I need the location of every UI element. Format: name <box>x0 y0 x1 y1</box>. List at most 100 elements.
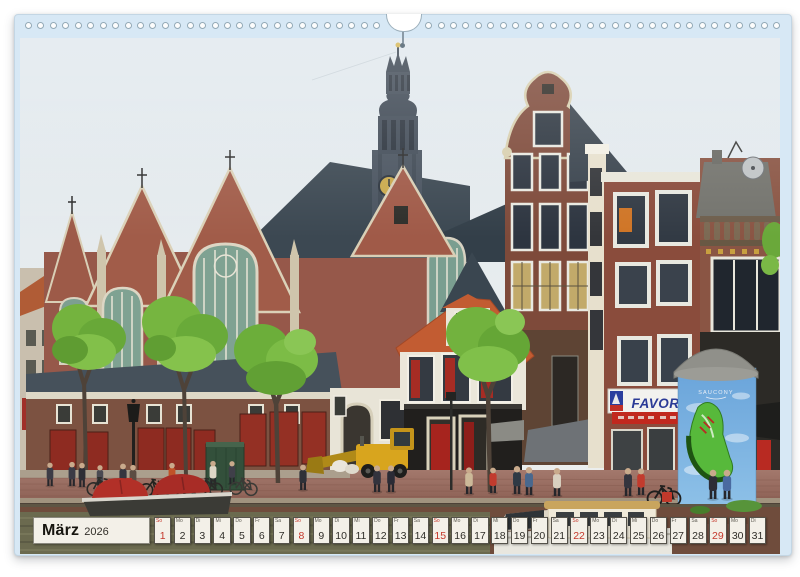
day-cell: Di3 <box>194 517 211 544</box>
binding-hole <box>50 22 57 29</box>
binding-hole <box>487 22 494 29</box>
weekday-abbr: So <box>156 519 162 524</box>
binding-hole <box>462 22 469 29</box>
binding-hole <box>500 22 507 29</box>
binding-hole <box>587 22 594 29</box>
weekday-abbr: Di <box>334 519 339 524</box>
binding-hole <box>373 22 380 29</box>
binding-hole <box>224 22 231 29</box>
day-number: 27 <box>671 531 686 542</box>
day-cell: Fr13 <box>392 517 409 544</box>
binding-hole <box>361 22 368 29</box>
binding-hole <box>274 22 281 29</box>
weekday-abbr: Mo <box>592 519 599 524</box>
binding-hole <box>212 22 219 29</box>
day-cell: Do 26 <box>650 517 667 544</box>
day-number: 15 <box>433 531 448 542</box>
weekday-abbr: Sa <box>691 519 697 524</box>
binding-hole <box>137 22 144 29</box>
day-number: 10 <box>333 531 348 542</box>
weekday-abbr: Fr <box>533 519 538 524</box>
binding-hole <box>261 22 268 29</box>
binding-hole <box>736 22 743 29</box>
day-number: 17 <box>472 531 487 542</box>
weekday-abbr: Mo <box>453 519 460 524</box>
day-cell: Mi25 <box>630 517 647 544</box>
binding-hole <box>149 22 156 29</box>
day-cell: Sa14 <box>412 517 429 544</box>
binding-hole <box>162 22 169 29</box>
day-cell: Do12 <box>372 517 389 544</box>
binding-hole <box>612 22 619 29</box>
day-number: 22 <box>571 531 586 542</box>
weekday-abbr: So <box>572 519 578 524</box>
weekday-abbr: Mo <box>315 519 322 524</box>
weekday-abbr: Do <box>652 519 658 524</box>
day-number: 24 <box>611 531 626 542</box>
atmospheric-haze <box>20 38 780 238</box>
day-number: 9 <box>314 531 329 542</box>
binding-hole <box>199 22 206 29</box>
binding-hole <box>286 22 293 29</box>
date-strip: März 2026 So1Mo2Di3Mi4Do5Fr6Sa7So8Mo9Di1… <box>0 517 800 544</box>
weekday-abbr: Di <box>751 519 756 524</box>
binding-hole <box>438 22 445 29</box>
day-number: 5 <box>234 531 249 542</box>
binding-hole <box>686 22 693 29</box>
binding-hole <box>475 22 482 29</box>
binding-hole <box>599 22 606 29</box>
binding-hole <box>537 22 544 29</box>
binding-hole <box>236 22 243 29</box>
binding-hole <box>724 22 731 29</box>
day-cell: Sa 28 <box>689 517 706 544</box>
day-cell: Sa7 <box>273 517 290 544</box>
binding-hole <box>311 22 318 29</box>
day-number: 28 <box>690 531 705 542</box>
binding-hole <box>299 22 306 29</box>
binding-hole <box>674 22 681 29</box>
day-cell: Mo 16 <box>451 517 468 544</box>
day-cell: Di 17 <box>471 517 488 544</box>
binding-hole <box>525 22 532 29</box>
day-number: 3 <box>195 531 210 542</box>
weekday-abbr: Do <box>374 519 380 524</box>
weekday-abbr: So <box>434 519 440 524</box>
binding-hole <box>100 22 107 29</box>
day-number: 26 <box>651 531 666 542</box>
binding-hole <box>749 22 756 29</box>
day-number: 16 <box>452 531 467 542</box>
binding-hole <box>450 22 457 29</box>
weekday-abbr: Di <box>473 519 478 524</box>
weekday-abbr: So <box>295 519 301 524</box>
binding-hole <box>562 22 569 29</box>
amsterdam-oude-kerk-photo: FAVORIT <box>20 38 780 554</box>
weekday-abbr: Sa <box>414 519 420 524</box>
day-cell: So8 <box>293 517 310 544</box>
weekday-abbr: Mi <box>493 519 498 524</box>
day-number: 6 <box>254 531 269 542</box>
binding-hole <box>661 22 668 29</box>
weekday-abbr: Do <box>513 519 519 524</box>
day-number: 30 <box>730 531 745 542</box>
binding-hole <box>174 22 181 29</box>
day-number: 29 <box>710 531 725 542</box>
hanger-wire <box>402 32 404 43</box>
binding-hole <box>336 22 343 29</box>
binding-hole <box>512 22 519 29</box>
binding-hole <box>249 22 256 29</box>
day-cell: So29 <box>709 517 726 544</box>
binding-hole <box>574 22 581 29</box>
day-cell: Mi4 <box>213 517 230 544</box>
day-cells: So1Mo2Di3Mi4Do5Fr6Sa7So8Mo9Di10Mi11Do12F… <box>154 517 766 544</box>
day-number: 25 <box>631 531 646 542</box>
day-cell: Do5 <box>233 517 250 544</box>
day-cell: Fr6 <box>253 517 270 544</box>
day-number: 31 <box>750 531 765 542</box>
year-label: 2026 <box>84 523 108 538</box>
weekday-abbr: Sa <box>275 519 281 524</box>
day-cell: So 22 <box>570 517 587 544</box>
binding-hole <box>187 22 194 29</box>
photo: FAVORIT <box>20 38 780 554</box>
weekday-abbr: Fr <box>394 519 399 524</box>
day-number: 23 <box>591 531 606 542</box>
